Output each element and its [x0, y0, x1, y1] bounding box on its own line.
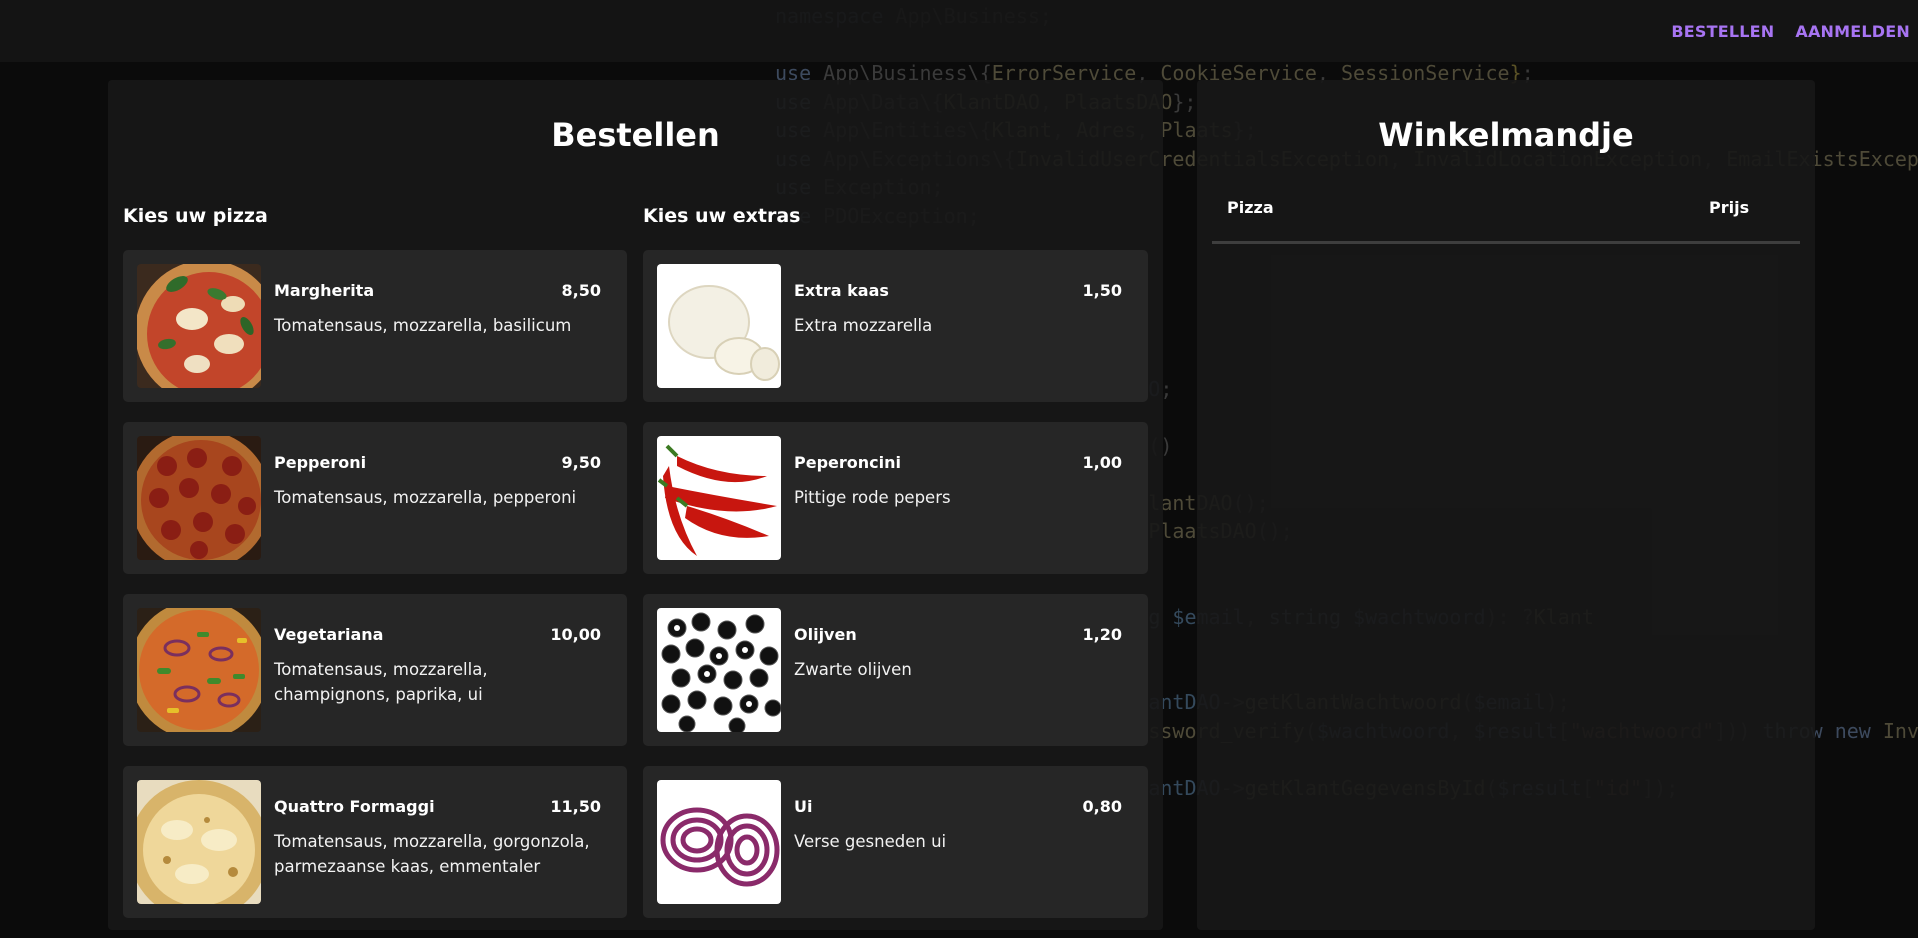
extra-name: Ui: [794, 797, 813, 816]
pizza-price: 10,00: [550, 625, 601, 644]
nav-link-bestellen[interactable]: BESTELLEN: [1671, 22, 1774, 41]
extra-price: 1,50: [1082, 281, 1122, 300]
pizza-description: Tomatensaus, mozzarella, pepperoni: [274, 488, 577, 507]
red-peppers-image: [657, 436, 781, 560]
extra-card-ui[interactable]: Ui 0,80 Verse gesneden ui: [643, 766, 1148, 918]
order-panel: Bestellen Kies uw pizza Kies uw extras M…: [108, 80, 1163, 930]
pizza-description: Tomatensaus, mozzarella, gorgonzola, par…: [274, 832, 590, 876]
pizza-card-quattro-formaggi[interactable]: Quattro Formaggi 11,50 Tomatensaus, mozz…: [123, 766, 627, 918]
pizza-card-margherita[interactable]: Margherita 8,50 Tomatensaus, mozzarella,…: [123, 250, 627, 402]
extra-description: Extra mozzarella: [794, 316, 933, 335]
pizza-name: Vegetariana: [274, 625, 384, 644]
extra-description: Zwarte olijven: [794, 660, 912, 679]
extras-list: Extra kaas 1,50 Extra mozzarella Peperon…: [643, 250, 1148, 938]
order-title: Bestellen: [551, 116, 720, 154]
extras-section-heading: Kies uw extras: [643, 205, 801, 227]
pizza-price: 11,50: [550, 797, 601, 816]
extra-price: 0,80: [1082, 797, 1122, 816]
extra-description: Verse gesneden ui: [794, 832, 947, 851]
nav-link-aanmelden[interactable]: AANMELDEN: [1795, 22, 1910, 41]
pizza-card-vegetariana[interactable]: Vegetariana 10,00 Tomatensaus, mozzarell…: [123, 594, 627, 746]
cart-table-header: Pizza Prijs: [1212, 198, 1800, 244]
black-olives-image: [657, 608, 781, 732]
pepperoni-pizza-image: [137, 436, 261, 560]
vegetariana-pizza-image: [137, 608, 261, 732]
pizza-list: Margherita 8,50 Tomatensaus, mozzarella,…: [123, 250, 627, 938]
extra-name: Peperoncini: [794, 453, 901, 472]
pizza-section-heading: Kies uw pizza: [123, 205, 268, 227]
pizza-card-pepperoni[interactable]: Pepperoni 9,50 Tomatensaus, mozzarella, …: [123, 422, 627, 574]
main-nav: BESTELLEN AANMELDEN: [1671, 0, 1910, 62]
quattro-formaggi-pizza-image: [137, 780, 261, 904]
margherita-pizza-image: [137, 264, 261, 388]
cart-panel: Winkelmandje Pizza Prijs: [1197, 80, 1815, 930]
red-onion-image: [657, 780, 781, 904]
extra-card-olijven[interactable]: Olijven 1,20 Zwarte olijven: [643, 594, 1148, 746]
extra-description: Pittige rode pepers: [794, 488, 951, 507]
extra-card-peperoncini[interactable]: Peperoncini 1,00 Pittige rode pepers: [643, 422, 1148, 574]
pizza-name: Margherita: [274, 281, 375, 300]
extra-card-extra-kaas[interactable]: Extra kaas 1,50 Extra mozzarella: [643, 250, 1148, 402]
cart-column-pizza: Pizza: [1227, 198, 1274, 217]
extra-name: Olijven: [794, 625, 857, 644]
extra-price: 1,20: [1082, 625, 1122, 644]
mozzarella-image: [657, 264, 781, 388]
pizza-price: 9,50: [561, 453, 601, 472]
cart-title: Winkelmandje: [1378, 116, 1634, 154]
pizza-price: 8,50: [561, 281, 601, 300]
pizza-description: Tomatensaus, mozzarella, basilicum: [274, 316, 572, 335]
extra-price: 1,00: [1082, 453, 1122, 472]
top-navbar: BESTELLEN AANMELDEN: [0, 0, 1918, 62]
cart-column-prijs: Prijs: [1709, 198, 1750, 217]
pizza-description: Tomatensaus, mozzarella, champignons, pa…: [274, 660, 488, 704]
extra-name: Extra kaas: [794, 281, 889, 300]
pizza-name: Quattro Formaggi: [274, 797, 435, 816]
pizza-name: Pepperoni: [274, 453, 367, 472]
